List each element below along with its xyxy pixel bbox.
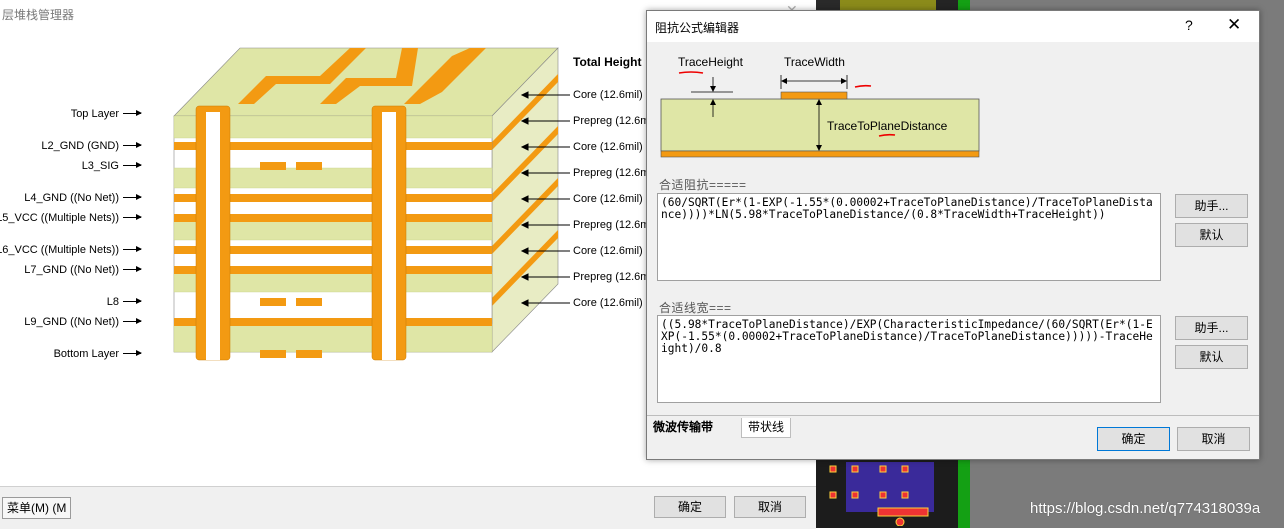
dielectric-label: Prepreg (12.6m [573,167,650,179]
dielectric-label: Core (12.6mil) [573,141,643,153]
width-default-button[interactable]: 默认 [1175,345,1248,369]
dialog-title: 阻抗公式编辑器 [655,21,740,35]
dielectric-label: Core (12.6mil) [573,89,643,101]
dielectric-label: Core (12.6mil) [573,193,643,205]
watermark: https://blog.csdn.net/q774318039a [1030,500,1261,517]
layer-label-l5: L5_VCC ((Multiple Nets)) [0,212,142,224]
impedance-formula-input[interactable]: (60/SQRT(Er*(1-EXP(-1.55*(0.00002+TraceT… [657,193,1161,281]
impedance-helper-button[interactable]: 助手... [1175,194,1248,218]
layer-stack-manager-title: 层堆栈管理器 [2,8,75,22]
dielectric-label: Core (12.6mil) [573,297,643,309]
dielectric-label: Prepreg (12.6m [573,219,650,231]
dielectric-label: Prepreg (12.6m [573,271,650,283]
impedance-default-button[interactable]: 默认 [1175,223,1248,247]
menu-button[interactable]: 菜单(M) (M [2,497,72,519]
trace-to-plane-label: TraceToPlaneDistance [827,119,948,133]
pcb-pads [829,465,929,526]
width-helper-button[interactable]: 助手... [1175,316,1248,340]
dialog-cancel-button[interactable]: 取消 [1177,427,1250,451]
layer-label-l8: L8 [107,296,142,308]
layer-label-bottom: Bottom Layer [54,348,142,360]
impedance-formula-dialog: 阻抗公式编辑器 ? ✕ TraceHeight TraceWidth Trace… [646,10,1260,460]
layer-label-l3: L3_SIG [82,160,142,172]
layer-label-top: Top Layer [71,108,142,120]
stack-ok-button[interactable]: 确定 [654,496,726,518]
help-icon[interactable]: ? [1185,17,1193,33]
layer-stack-diagram [173,47,559,361]
trace-width-label: TraceWidth [784,55,845,69]
total-height-label: Total Height [573,55,642,69]
layer-label-l9: L9_GND ((No Net)) [24,316,142,328]
tab-microstrip[interactable]: 微波传输带 [647,418,720,437]
trace-height-label: TraceHeight [678,55,743,69]
dielectric-arrows [520,91,570,307]
tab-stripline[interactable]: 带状线 [741,418,792,438]
close-icon[interactable]: ✕ [1227,15,1241,35]
stack-cancel-button[interactable]: 取消 [734,496,806,518]
width-formula-input[interactable]: ((5.98*TraceToPlaneDistance)/EXP(Charact… [657,315,1161,403]
impedance-section-title: 合适阻抗===== [659,178,747,192]
dielectric-label: Prepreg (12.6m [573,115,650,127]
layer-label-l2: L2_GND (GND) [41,140,142,152]
layer-label-l7: L7_GND ((No Net)) [24,264,142,276]
layer-label-l4: L4_GND ((No Net)) [24,192,142,204]
dialog-ok-button[interactable]: 确定 [1097,427,1170,451]
dielectric-label: Core (12.6mil) [573,245,643,257]
width-section-title: 合适线宽=== [659,301,732,315]
layer-label-l6: L6_VCC ((Multiple Nets)) [0,244,142,256]
